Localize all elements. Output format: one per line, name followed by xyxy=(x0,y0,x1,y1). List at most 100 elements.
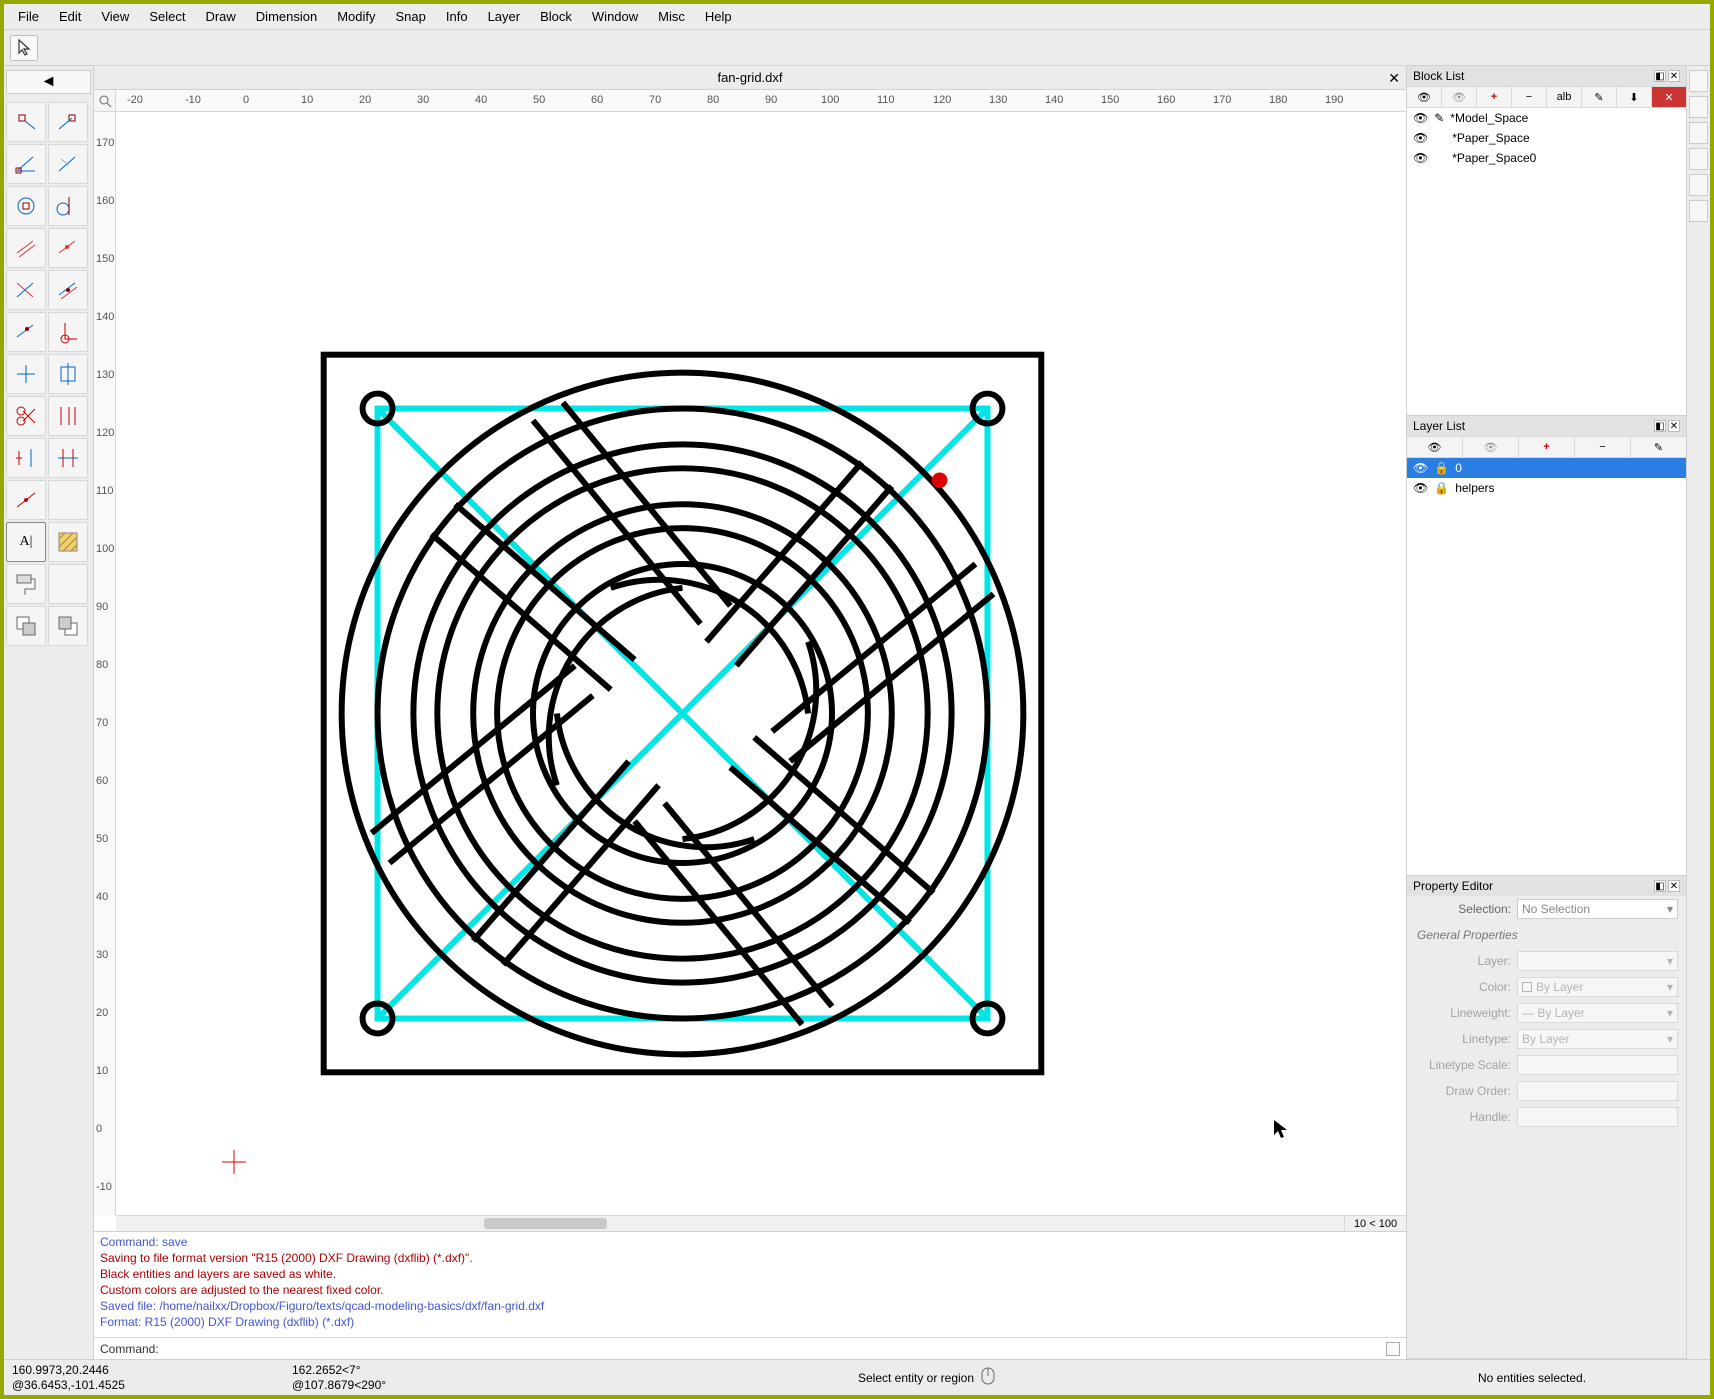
snap-perpendicular-button[interactable] xyxy=(48,102,88,142)
linetype-scale-field[interactable] xyxy=(1517,1055,1678,1075)
layer-name: 0 xyxy=(1455,461,1462,475)
color-dropdown[interactable]: By Layer▾ xyxy=(1517,977,1678,997)
menu-block[interactable]: Block xyxy=(530,5,582,28)
panel-close-icon[interactable]: ✕ xyxy=(1668,420,1680,432)
menu-info[interactable]: Info xyxy=(436,5,478,28)
panel-undock-icon[interactable]: ◧ xyxy=(1654,70,1666,82)
main-content: ◄ A| fan-grid.dxf ✕ xyxy=(4,66,1710,1359)
snap-center-button[interactable] xyxy=(6,186,46,226)
draw-order-field[interactable] xyxy=(1517,1081,1678,1101)
snap-parallel-button[interactable] xyxy=(6,228,46,268)
menu-help[interactable]: Help xyxy=(695,5,742,28)
snap-extension-button[interactable] xyxy=(48,228,88,268)
block-close-edit-button[interactable]: ✕ xyxy=(1652,87,1686,107)
block-rename-button[interactable]: alb xyxy=(1547,87,1582,107)
layer-list-toolbar: 👁 👁 + − ✎ xyxy=(1407,436,1686,458)
block-row-paper-space0[interactable]: 👁*Paper_Space0 xyxy=(1407,148,1686,168)
linetype-dropdown[interactable]: By Layer▾ xyxy=(1517,1029,1678,1049)
block-list-title: Block List xyxy=(1413,69,1464,83)
snap-orthogonal-button[interactable] xyxy=(48,312,88,352)
layer-dropdown[interactable]: ▾ xyxy=(1517,951,1678,971)
ruler-corner-button[interactable] xyxy=(94,90,116,112)
layer-row-helpers[interactable]: 👁🔒helpers xyxy=(1407,478,1686,498)
text-tool-button[interactable]: A| xyxy=(6,522,46,562)
snap-nearest-button[interactable] xyxy=(48,144,88,184)
relative-coordinate: @36.6453,-101.4525 xyxy=(12,1378,292,1393)
eye-off-icon: 👁 xyxy=(1452,91,1466,104)
extend-button[interactable] xyxy=(48,396,88,436)
menu-snap[interactable]: Snap xyxy=(386,5,436,28)
send-back-button[interactable] xyxy=(48,606,88,646)
block-insert-button[interactable]: ⬇ xyxy=(1617,87,1652,107)
layer-name: helpers xyxy=(1455,481,1494,495)
block-show-all-button[interactable]: 👁 xyxy=(1407,87,1442,107)
mini-btn-6[interactable] xyxy=(1689,200,1708,222)
snap-tangent-button[interactable] xyxy=(48,186,88,226)
menu-draw[interactable]: Draw xyxy=(195,5,245,28)
bring-front-button[interactable] xyxy=(6,606,46,646)
snap-grid-button[interactable] xyxy=(6,312,46,352)
lineweight-dropdown[interactable]: — By Layer▾ xyxy=(1517,1003,1678,1023)
back-button[interactable]: ◄ xyxy=(6,70,91,94)
block-row-paper-space[interactable]: 👁*Paper_Space xyxy=(1407,128,1686,148)
layer-show-all-button[interactable]: 👁 xyxy=(1407,437,1463,457)
menu-edit[interactable]: Edit xyxy=(49,5,91,28)
panel-undock-icon[interactable]: ◧ xyxy=(1654,420,1666,432)
single-line-button[interactable] xyxy=(6,480,46,520)
mini-btn-5[interactable] xyxy=(1689,174,1708,196)
break-out-button[interactable] xyxy=(48,354,88,394)
divide-button[interactable] xyxy=(48,438,88,478)
mini-btn-4[interactable] xyxy=(1689,148,1708,170)
drawing-viewport[interactable] xyxy=(116,112,1406,1215)
horizontal-scrollbar[interactable] xyxy=(116,1215,1344,1231)
command-line[interactable]: Command: xyxy=(94,1337,1406,1359)
menu-dimension[interactable]: Dimension xyxy=(246,5,327,28)
panel-close-icon[interactable]: ✕ xyxy=(1668,880,1680,892)
scroll-thumb[interactable] xyxy=(484,1218,607,1229)
block-edit-button[interactable]: ✎ xyxy=(1582,87,1617,107)
join-button[interactable] xyxy=(6,438,46,478)
selection-dropdown[interactable]: No Selection▾ xyxy=(1517,899,1678,919)
menu-select[interactable]: Select xyxy=(139,5,195,28)
command-toggle-button[interactable] xyxy=(1386,1342,1400,1356)
snap-midpoint-button[interactable] xyxy=(48,270,88,310)
layer-add-button[interactable]: + xyxy=(1519,437,1575,457)
tool-empty-2 xyxy=(48,564,88,604)
mini-btn-1[interactable] xyxy=(1689,70,1708,92)
block-hide-all-button[interactable]: 👁 xyxy=(1442,87,1477,107)
mini-btn-3[interactable] xyxy=(1689,122,1708,144)
general-properties-title: General Properties xyxy=(1407,922,1686,948)
menu-window[interactable]: Window xyxy=(582,5,648,28)
block-remove-button[interactable]: − xyxy=(1512,87,1547,107)
menu-misc[interactable]: Misc xyxy=(648,5,695,28)
break-single-button[interactable] xyxy=(6,354,46,394)
snap-intersection-button[interactable] xyxy=(6,270,46,310)
snap-endpoint-button[interactable] xyxy=(6,102,46,142)
layer-row-0[interactable]: 👁🔒0 xyxy=(1407,458,1686,478)
zoom-extents-icon xyxy=(98,94,112,108)
layer-edit-button[interactable]: ✎ xyxy=(1631,437,1686,457)
handle-field[interactable] xyxy=(1517,1107,1678,1127)
trim-button[interactable] xyxy=(6,396,46,436)
layer-hide-all-button[interactable]: 👁 xyxy=(1463,437,1519,457)
panel-close-icon[interactable]: ✕ xyxy=(1668,70,1680,82)
block-row-model-space[interactable]: 👁✎*Model_Space xyxy=(1407,108,1686,128)
mini-btn-2[interactable] xyxy=(1689,96,1708,118)
menu-modify[interactable]: Modify xyxy=(327,5,385,28)
console-messages: Command: save Saving to file format vers… xyxy=(94,1232,1406,1337)
block-add-button[interactable]: + xyxy=(1477,87,1512,107)
close-document-icon[interactable]: ✕ xyxy=(1388,70,1400,87)
eye-icon: 👁 xyxy=(1413,481,1428,495)
menu-file[interactable]: File xyxy=(8,5,49,28)
hatch-tool-button[interactable] xyxy=(48,522,88,562)
mouse-icon xyxy=(980,1366,996,1389)
menu-layer[interactable]: Layer xyxy=(478,5,531,28)
pointer-tool-button[interactable] xyxy=(10,35,38,61)
panel-undock-icon[interactable]: ◧ xyxy=(1654,880,1666,892)
layer-remove-button[interactable]: − xyxy=(1575,437,1631,457)
snap-angle-button[interactable] xyxy=(6,144,46,184)
menu-view[interactable]: View xyxy=(91,5,139,28)
vertical-ruler: -10 0 10 20 30 40 50 60 70 80 90 100 110… xyxy=(94,112,116,1215)
paint-roller-button[interactable] xyxy=(6,564,46,604)
block-name: *Paper_Space0 xyxy=(1452,151,1536,165)
